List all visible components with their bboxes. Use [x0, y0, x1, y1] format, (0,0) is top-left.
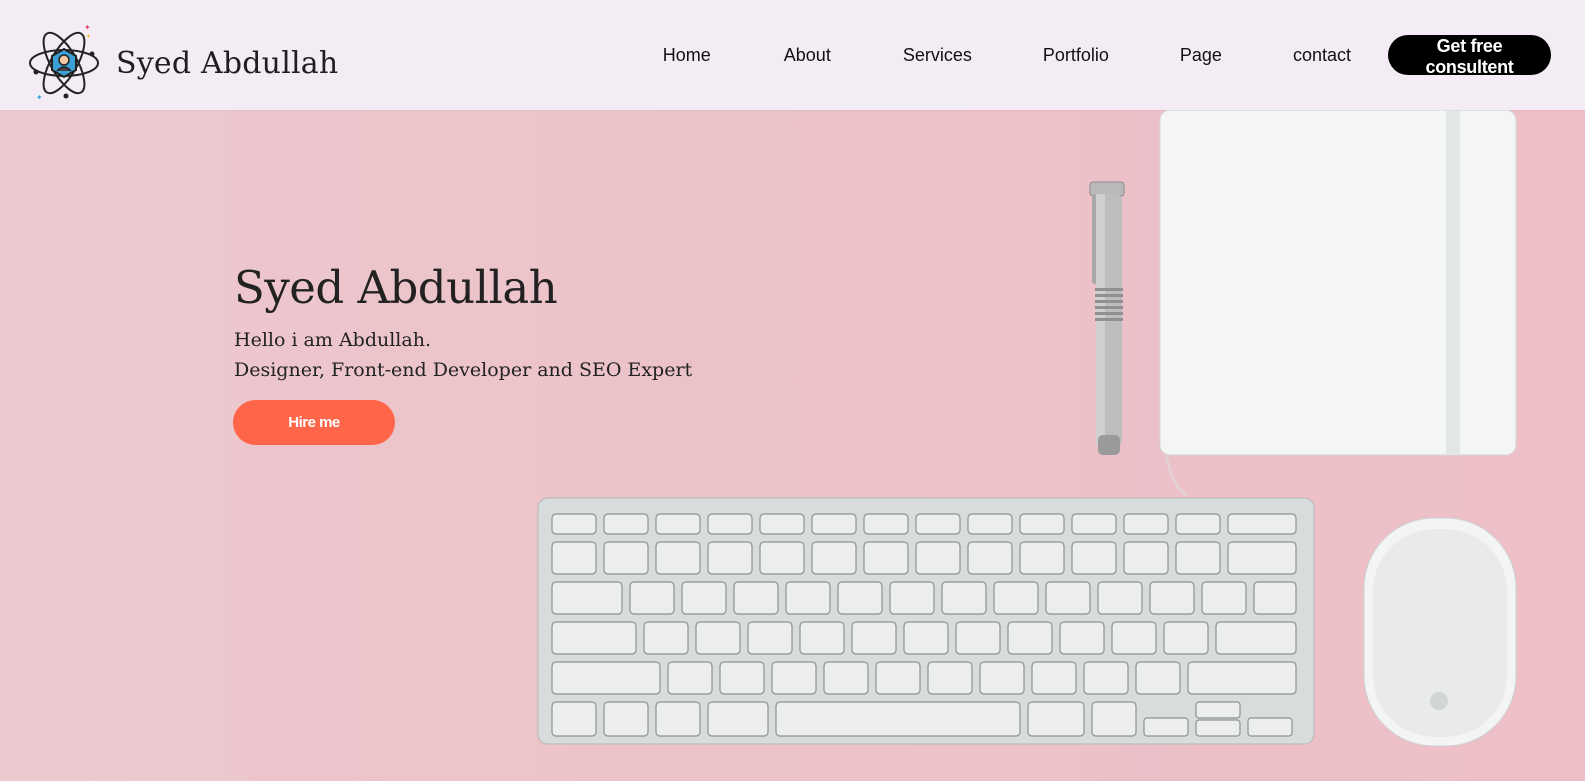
nav-item-page[interactable]: Page [1174, 45, 1228, 66]
svg-text:✦: ✦ [84, 23, 91, 32]
navbar: ✦ ✦ ✦ Syed Abdullah Home About Services … [0, 0, 1585, 110]
svg-text:✦: ✦ [86, 33, 91, 40]
nav-item-services[interactable]: Services [897, 45, 978, 66]
hero-section: Syed Abdullah Hello i am Abdullah. Desig… [0, 110, 1585, 781]
main-nav: Home About Services Portfolio Page conta… [657, 0, 1585, 110]
nav-item-about[interactable]: About [778, 45, 837, 66]
nav-item-contact[interactable]: contact [1287, 45, 1357, 66]
nav-item-home[interactable]: Home [657, 45, 717, 66]
svg-text:✦: ✦ [36, 93, 43, 102]
pen-image [1089, 181, 1125, 455]
keyboard-image [537, 497, 1315, 745]
brand[interactable]: ✦ ✦ ✦ Syed Abdullah [26, 22, 338, 104]
nav-item-portfolio[interactable]: Portfolio [1037, 45, 1115, 66]
hero-greeting: Hello i am Abdullah. [234, 329, 431, 351]
hire-me-button[interactable]: Hire me [233, 400, 395, 445]
mouse-image [1363, 517, 1517, 747]
hero-title: Syed Abdullah [234, 261, 558, 314]
brand-name: Syed Abdullah [116, 45, 339, 81]
hero-tagline: Designer, Front-end Developer and SEO Ex… [234, 359, 693, 381]
atom-logo-icon: ✦ ✦ ✦ [29, 23, 99, 102]
free-consultation-button[interactable]: Get free consultent [1388, 35, 1551, 77]
notebook-image [1159, 110, 1517, 497]
